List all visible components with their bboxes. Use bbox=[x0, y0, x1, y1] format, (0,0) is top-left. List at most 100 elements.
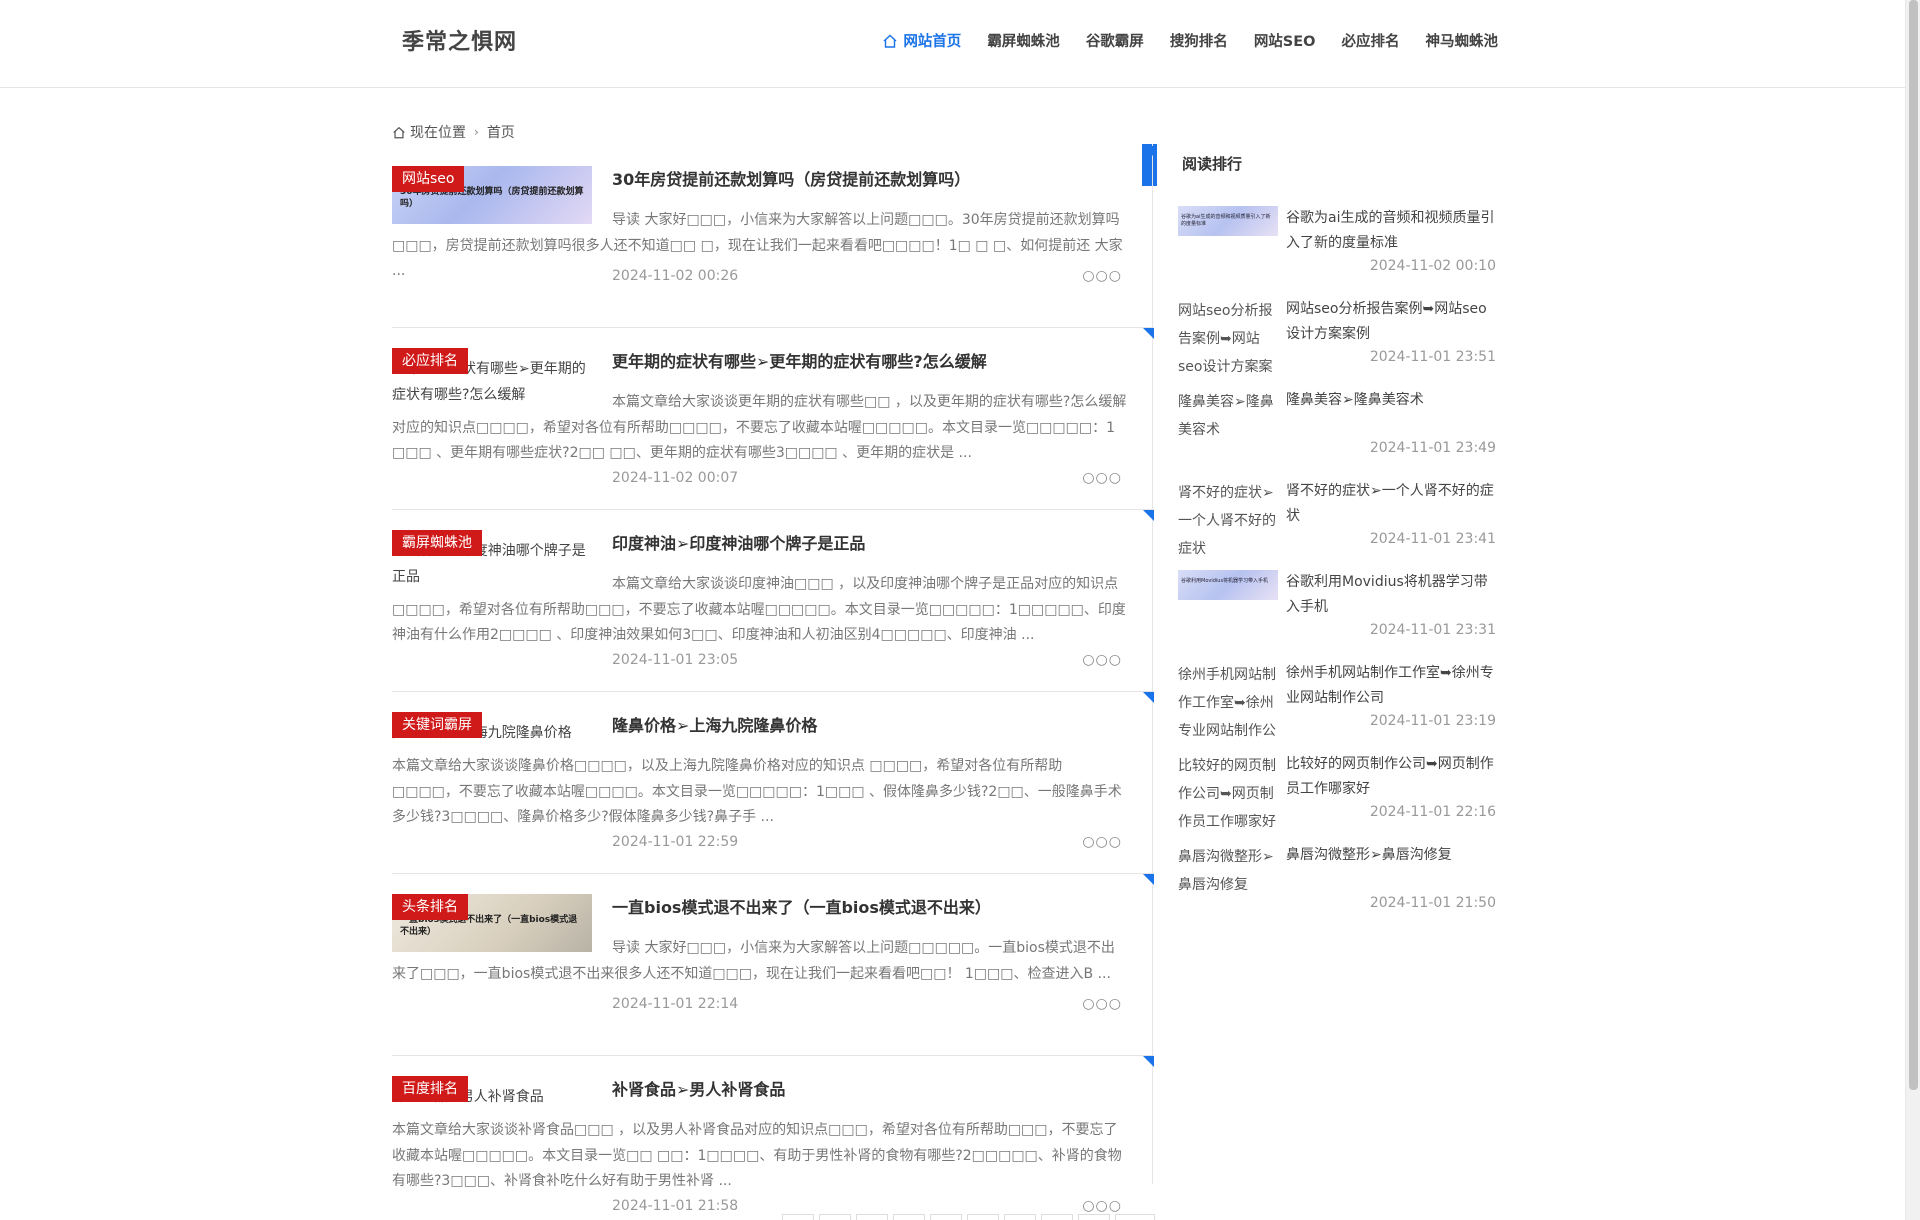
post-title[interactable]: 印度神油➢印度神油哪个牌子是正品 bbox=[612, 530, 865, 554]
sidebar-thumbnail[interactable]: 网站seo分析报告案例➥网站seo设计方案案例 bbox=[1178, 297, 1278, 377]
page-button[interactable] bbox=[782, 1214, 814, 1220]
nav-item-spider-pool[interactable]: 霸屏蜘蛛池 bbox=[987, 30, 1060, 51]
sidebar-thumbnail[interactable]: 徐州手机网站制作工作室➥徐州专业网站制作公司 bbox=[1178, 661, 1278, 741]
sidebar-item-date: 2024-11-01 23:31 bbox=[1369, 622, 1496, 638]
nav-item-shenma[interactable]: 神马蜘蛛池 bbox=[1426, 30, 1499, 51]
site-logo[interactable]: 季常之惧网 bbox=[402, 24, 517, 56]
nav-item-home[interactable]: 网站首页 bbox=[882, 30, 961, 51]
corner-marker bbox=[1143, 328, 1154, 339]
corner-marker bbox=[1143, 1056, 1154, 1067]
corner-marker bbox=[1143, 874, 1154, 885]
post-excerpt: 本篇文章给大家谈谈印度神油□□□ ，以及印度神油哪个牌子是正品对应的知识点□□□… bbox=[392, 576, 1126, 643]
sidebar-item-date: 2024-11-01 23:51 bbox=[1369, 349, 1496, 365]
post-item: 更年期的症状有哪些➢更年期的症状有哪些?怎么缓解 必应排名 更年期的症状有哪些➢… bbox=[392, 328, 1154, 510]
category-badge[interactable]: 网站seo bbox=[392, 166, 465, 192]
sidebar-item[interactable]: 比较好的网页制作公司➥网页制作员工作哪家好 比较好的网页制作公司➥网页制作员工作… bbox=[1176, 752, 1496, 843]
post-title[interactable]: 隆鼻价格➢上海九院隆鼻价格 bbox=[612, 712, 817, 736]
nav-item-sogou[interactable]: 搜狗排名 bbox=[1170, 30, 1228, 51]
more-icon[interactable]: ○○○ bbox=[1082, 652, 1122, 668]
thumbnail-image: 谷歌为ai生成的音频和视频质量引入了新的度量标准 bbox=[1178, 206, 1278, 236]
sidebar-item[interactable]: 鼻唇沟微整形➢鼻唇沟修复 鼻唇沟微整形➢鼻唇沟修复 2024-11-01 21:… bbox=[1176, 843, 1496, 934]
post-title[interactable]: 更年期的症状有哪些➢更年期的症状有哪些?怎么缓解 bbox=[612, 348, 987, 372]
more-icon[interactable]: ○○○ bbox=[1082, 1198, 1122, 1214]
category-badge[interactable]: 关键词霸屏 bbox=[392, 712, 482, 738]
page-button[interactable] bbox=[967, 1214, 999, 1220]
category-badge[interactable]: 必应排名 bbox=[392, 348, 468, 374]
post-list: 30年房贷提前还款划算吗（房贷提前还款划算吗） 网站seo 30年房贷提前还款划… bbox=[392, 146, 1154, 1220]
sidebar-item[interactable]: 徐州手机网站制作工作室➥徐州专业网站制作公司 徐州手机网站制作工作室➥徐州专业网… bbox=[1176, 661, 1496, 752]
sidebar-item-title[interactable]: 隆鼻美容➢隆鼻美容术 bbox=[1286, 388, 1498, 413]
post-item: 一直bios模式退不出来了（一直bios模式退不出来） 头条排名 一直bios模… bbox=[392, 874, 1154, 1056]
more-icon[interactable]: ○○○ bbox=[1082, 834, 1122, 850]
post-excerpt: 导读 大家好□□□，小信来为大家解答以上问题□□□□□。一直bios模式退不出来… bbox=[392, 940, 1115, 982]
page-button[interactable] bbox=[856, 1214, 888, 1220]
nav-item-bing[interactable]: 必应排名 bbox=[1342, 30, 1400, 51]
category-badge[interactable]: 百度排名 bbox=[392, 1076, 468, 1102]
chevron-right-icon: › bbox=[474, 125, 479, 139]
post-title[interactable]: 30年房贷提前还款划算吗（房贷提前还款划算吗） bbox=[612, 166, 970, 190]
sidebar-item[interactable]: 隆鼻美容➢隆鼻美容术 隆鼻美容➢隆鼻美容术 2024-11-01 23:49 bbox=[1176, 388, 1496, 479]
sidebar-item-title[interactable]: 谷歌利用Movidius将机器学习带入手机 bbox=[1286, 570, 1498, 620]
sidebar-item-title[interactable]: 肾不好的症状➢一个人肾不好的症状 bbox=[1286, 479, 1498, 529]
post-date: 2024-11-01 21:58 bbox=[612, 1198, 739, 1214]
nav-item-label: 网站首页 bbox=[903, 34, 962, 50]
post-item: 隆鼻价格➢上海九院隆鼻价格 关键词霸屏 隆鼻价格➢上海九院隆鼻价格 本篇文章给大… bbox=[392, 692, 1154, 874]
more-icon[interactable]: ○○○ bbox=[1082, 268, 1122, 284]
sidebar-item[interactable]: 谷歌利用Movidius将机器学习带入手机 谷歌利用Movidius将机器学习带… bbox=[1176, 570, 1496, 661]
sidebar-item[interactable]: 谷歌为ai生成的音频和视频质量引入了新的度量标准 谷歌为ai生成的音频和视频质量… bbox=[1176, 206, 1496, 297]
corner-marker bbox=[1143, 510, 1154, 521]
sidebar-item-date: 2024-11-01 22:16 bbox=[1369, 804, 1496, 820]
sidebar-item-date: 2024-11-01 21:50 bbox=[1369, 895, 1496, 911]
post-excerpt: 本篇文章给大家谈谈隆鼻价格□□□□，以及上海九院隆鼻价格对应的知识点 □□□□，… bbox=[392, 758, 1122, 825]
sidebar-item[interactable]: 网站seo分析报告案例➥网站seo设计方案案例 网站seo分析报告案例➥网站se… bbox=[1176, 297, 1496, 388]
sidebar-reading-rank: 阅读排行 谷歌为ai生成的音频和视频质量引入了新的度量标准 谷歌为ai生成的音频… bbox=[1176, 144, 1496, 911]
post-title[interactable]: 一直bios模式退不出来了（一直bios模式退不出来） bbox=[612, 894, 991, 918]
corner-marker bbox=[1143, 692, 1154, 703]
post-date: 2024-11-02 00:26 bbox=[612, 268, 739, 284]
page-button[interactable] bbox=[1078, 1214, 1110, 1220]
post-title[interactable]: 补肾食品➢男人补肾食品 bbox=[612, 1076, 785, 1100]
post-item: 30年房贷提前还款划算吗（房贷提前还款划算吗） 网站seo 30年房贷提前还款划… bbox=[392, 146, 1154, 328]
next-page-button[interactable] bbox=[1115, 1214, 1155, 1220]
scrollbar-thumb[interactable] bbox=[1909, 0, 1918, 1090]
post-excerpt: 本篇文章给大家谈谈补肾食品□□□ ，以及男人补肾食品对应的知识点□□□，希望对各… bbox=[392, 1122, 1122, 1189]
post-date: 2024-11-02 00:07 bbox=[612, 470, 739, 486]
sidebar-item-title[interactable]: 谷歌为ai生成的音频和视频质量引入了新的度量标准 bbox=[1286, 206, 1498, 256]
page-button[interactable] bbox=[819, 1214, 851, 1220]
post-item: 补肾食品➢男人补肾食品 百度排名 补肾食品➢男人补肾食品 本篇文章给大家谈谈补肾… bbox=[392, 1056, 1154, 1220]
page-button[interactable] bbox=[893, 1214, 925, 1220]
post-item: 印度神油➢印度神油哪个牌子是正品 霸屏蜘蛛池 印度神油➢印度神油哪个牌子是正品 … bbox=[392, 510, 1154, 692]
sidebar-thumbnail[interactable]: 隆鼻美容➢隆鼻美容术 bbox=[1178, 388, 1278, 468]
sidebar-thumbnail[interactable]: 鼻唇沟微整形➢鼻唇沟修复 bbox=[1178, 843, 1278, 903]
sidebar-item-title[interactable]: 鼻唇沟微整形➢鼻唇沟修复 bbox=[1286, 843, 1498, 868]
nav-item-seo[interactable]: 网站SEO bbox=[1254, 30, 1316, 51]
page-button[interactable] bbox=[1041, 1214, 1073, 1220]
nav-item-google[interactable]: 谷歌霸屏 bbox=[1086, 30, 1144, 51]
sidebar-item-title[interactable]: 比较好的网页制作公司➥网页制作员工作哪家好 bbox=[1286, 752, 1498, 802]
page-button[interactable] bbox=[930, 1214, 962, 1220]
corner-marker bbox=[1143, 146, 1154, 157]
sidebar-item[interactable]: 肾不好的症状➢一个人肾不好的症状 肾不好的症状➢一个人肾不好的症状 2024-1… bbox=[1176, 479, 1496, 570]
sidebar-thumbnail[interactable]: 谷歌为ai生成的音频和视频质量引入了新的度量标准 bbox=[1178, 206, 1278, 286]
category-badge[interactable]: 头条排名 bbox=[392, 894, 468, 920]
more-icon[interactable]: ○○○ bbox=[1082, 996, 1122, 1012]
post-date: 2024-11-01 22:59 bbox=[612, 834, 739, 850]
post-date: 2024-11-01 22:14 bbox=[612, 996, 739, 1012]
sidebar-thumbnail[interactable]: 肾不好的症状➢一个人肾不好的症状 bbox=[1178, 479, 1278, 559]
sidebar-thumbnail[interactable]: 比较好的网页制作公司➥网页制作员工作哪家好 bbox=[1178, 752, 1278, 832]
sidebar-item-date: 2024-11-01 23:41 bbox=[1369, 531, 1496, 547]
breadcrumb: 现在位置 › 首页 bbox=[392, 122, 515, 142]
post-excerpt: 导读 大家好□□□，小信来为大家解答以上问题□□□。30年房贷提前还款划算吗□□… bbox=[392, 212, 1123, 279]
category-badge[interactable]: 霸屏蜘蛛池 bbox=[392, 530, 482, 556]
page-scrollbar[interactable] bbox=[1905, 0, 1920, 1220]
post-excerpt: 本篇文章给大家谈谈更年期的症状有哪些□□ ，以及更年期的症状有哪些?怎么缓解对应… bbox=[392, 394, 1127, 461]
sidebar-item-date: 2024-11-01 23:49 bbox=[1369, 440, 1496, 456]
sidebar-item-date: 2024-11-01 23:19 bbox=[1369, 713, 1496, 729]
breadcrumb-home[interactable]: 首页 bbox=[487, 122, 515, 142]
page-button[interactable] bbox=[1004, 1214, 1036, 1220]
more-icon[interactable]: ○○○ bbox=[1082, 470, 1122, 486]
home-icon bbox=[393, 126, 405, 138]
sidebar-item-title[interactable]: 网站seo分析报告案例➥网站seo设计方案案例 bbox=[1286, 297, 1498, 347]
sidebar-thumbnail[interactable]: 谷歌利用Movidius将机器学习带入手机 bbox=[1178, 570, 1278, 650]
sidebar-item-title[interactable]: 徐州手机网站制作工作室➥徐州专业网站制作公司 bbox=[1286, 661, 1498, 711]
